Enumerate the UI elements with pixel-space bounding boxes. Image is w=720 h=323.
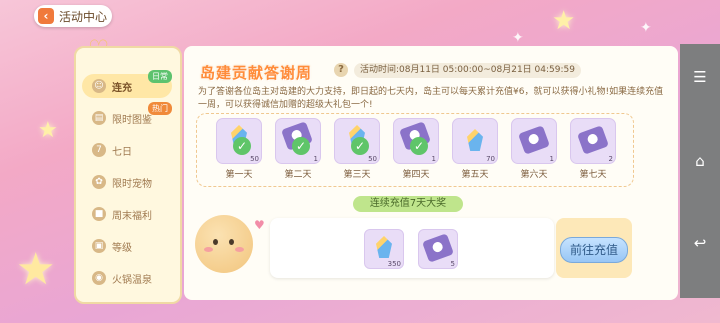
day-reward-4[interactable]: ✓ 1 第四天: [393, 118, 439, 180]
sidebar-item-label: 限时宠物: [112, 178, 152, 190]
back-label: 活动中心: [59, 9, 108, 24]
gift-icon: ■: [92, 207, 106, 221]
seven-icon: 7: [92, 143, 106, 157]
reward-count: 50: [250, 155, 259, 163]
reward-count: 1: [431, 155, 436, 163]
paw-icon: ✿: [92, 175, 106, 189]
fan-icon: [422, 233, 454, 263]
back-button[interactable]: ‹ 活动中心: [34, 5, 112, 27]
event-description: 为了答谢各位岛主对岛建的大力支持，即日起的七天内，岛主可以每天累计充值¥6，就可…: [198, 87, 664, 110]
check-icon: ✓: [351, 137, 369, 155]
sidebar-item-hotpot[interactable]: ◉ 火锅温泉: [82, 266, 172, 290]
back-arrow-icon: ‹: [38, 8, 54, 24]
reward-count: 5: [450, 260, 455, 268]
check-icon: ✓: [233, 137, 251, 155]
day-label: 第一天: [225, 170, 253, 180]
hotpot-icon: ◉: [92, 271, 106, 285]
reward-count: 350: [387, 260, 401, 268]
fan-icon: [577, 125, 609, 155]
reward-count: 50: [368, 155, 377, 163]
sidebar-item-label: 七日: [112, 146, 132, 158]
day-label: 第二天: [284, 170, 312, 180]
day-label: 第六天: [520, 170, 548, 180]
mascot-eye: [213, 239, 218, 245]
bonus-label: 连续充值7天大奖: [353, 196, 463, 212]
day-label: 第四天: [402, 170, 430, 180]
crystal-icon: [376, 236, 392, 258]
reward-count: 1: [549, 155, 554, 163]
reward-count: 70: [486, 155, 495, 163]
recharge-icon: ☺: [92, 79, 106, 93]
help-icon[interactable]: ?: [334, 63, 348, 77]
check-icon: ✓: [292, 137, 310, 155]
daily-badge: 日常: [148, 70, 172, 83]
potato-mascot: [195, 215, 253, 273]
day-reward-6[interactable]: 1 第六天: [511, 118, 557, 180]
sidebar-item-label: 连充: [112, 82, 132, 94]
bonus-reward-1[interactable]: 350: [364, 229, 404, 269]
level-icon: ▣: [92, 239, 106, 253]
day-reward-7[interactable]: 2 第七天: [570, 118, 616, 180]
sparkle-icon: ✦: [512, 30, 524, 46]
sidebar-item-seven-days[interactable]: 7 七日: [82, 138, 172, 162]
star-icon: ★: [552, 6, 576, 36]
star-icon: ★: [16, 244, 56, 295]
day-reward-1[interactable]: ✓ 50 第一天: [216, 118, 262, 180]
star-icon: ★: [38, 118, 58, 143]
hot-badge: 热门: [148, 102, 172, 115]
recharge-button[interactable]: 前往充值: [560, 237, 628, 263]
reward-count: 1: [313, 155, 318, 163]
back-nav-icon[interactable]: ↩: [688, 234, 712, 252]
activity-sidebar: ☺ 连充 ▤ 限时图鉴 7 七日 ✿ 限时宠物 ■ 周末福利 ▣ 等级 ◉ 火锅…: [74, 46, 182, 304]
sidebar-item-weekend[interactable]: ■ 周末福利: [82, 202, 172, 226]
mascot-cheek: [204, 247, 213, 252]
event-time: 活动时间:08月11日 05:00:00~08月21日 04:59:59: [354, 63, 581, 78]
bonus-panel: [270, 218, 554, 278]
sparkle-icon: ✦: [640, 20, 652, 36]
sidebar-item-label: 火锅温泉: [112, 274, 152, 286]
day-reward-3[interactable]: ✓ 50 第三天: [334, 118, 380, 180]
sidebar-item-label: 限时图鉴: [112, 114, 152, 126]
sidebar-item-level[interactable]: ▣ 等级: [82, 234, 172, 258]
mascot-eye: [229, 239, 234, 245]
sidebar-item-label: 周末福利: [112, 210, 152, 222]
reward-count: 2: [608, 155, 613, 163]
system-nav-bar: ☰ ⌂ ↩: [680, 44, 720, 298]
check-icon: ✓: [410, 137, 428, 155]
book-icon: ▤: [92, 111, 106, 125]
sidebar-item-label: 等级: [112, 242, 132, 254]
crystal-icon: [467, 129, 483, 151]
day-reward-5[interactable]: 70 第五天: [452, 118, 498, 180]
mascot-cheek: [235, 247, 244, 252]
hearts-icon: ♥: [254, 218, 265, 232]
home-icon[interactable]: ⌂: [688, 152, 712, 170]
event-title: 岛建贡献答谢周: [200, 64, 313, 82]
day-label: 第五天: [461, 170, 489, 180]
day-reward-2[interactable]: ✓ 1 第二天: [275, 118, 321, 180]
bonus-reward-2[interactable]: 5: [418, 229, 458, 269]
day-label: 第七天: [579, 170, 607, 180]
sidebar-item-pet[interactable]: ✿ 限时宠物: [82, 170, 172, 194]
fan-icon: [518, 125, 550, 155]
day-label: 第三天: [343, 170, 371, 180]
menu-icon[interactable]: ☰: [688, 68, 712, 86]
